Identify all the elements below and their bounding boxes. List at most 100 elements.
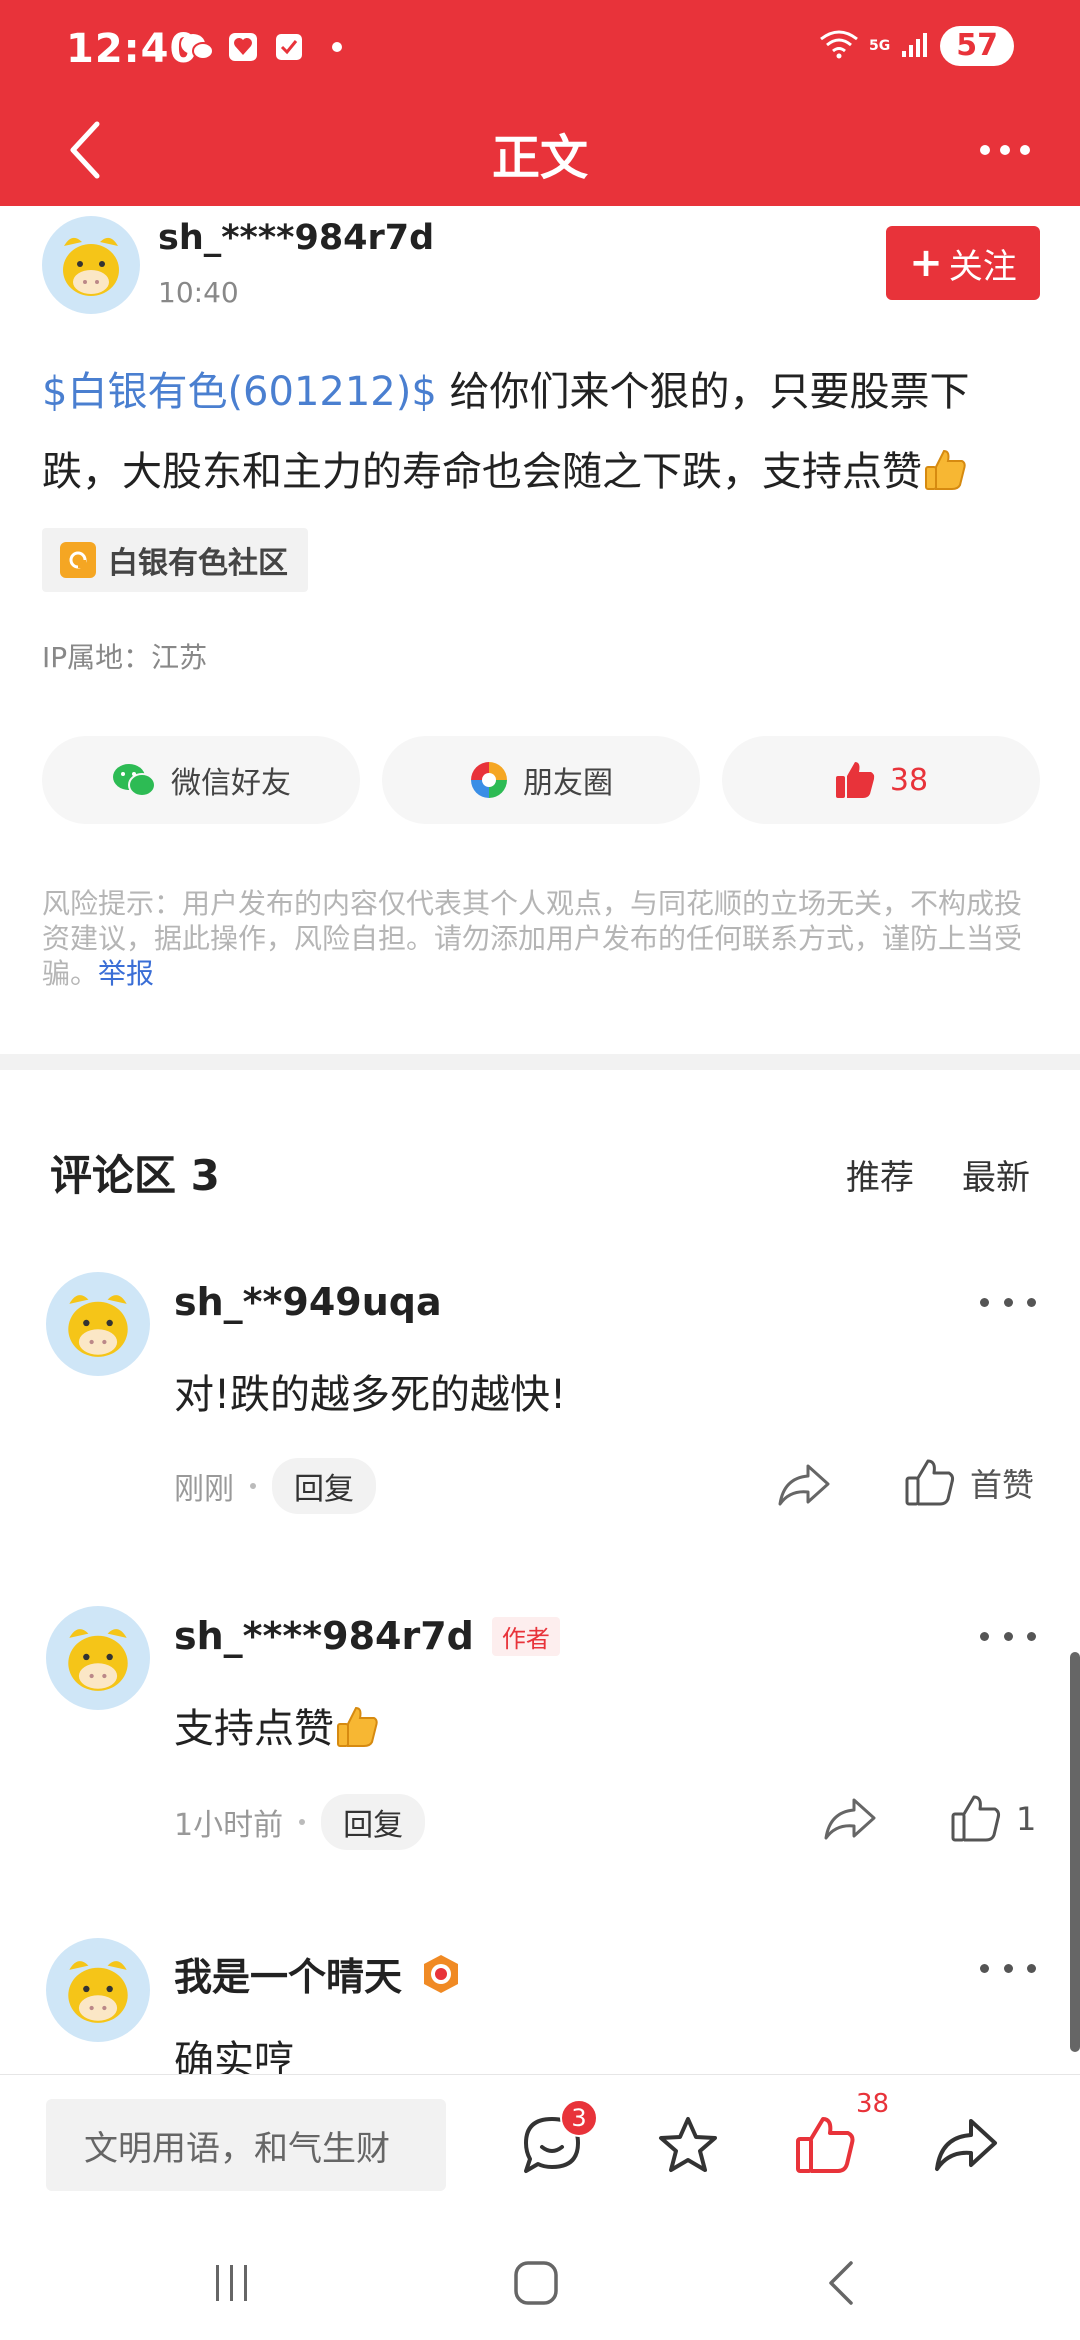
scrollbar-thumb[interactable] xyxy=(1070,1652,1080,2052)
thumbs-up-outline-icon xyxy=(796,2117,855,2173)
like-post-button[interactable]: 38 xyxy=(722,736,1040,824)
comment-text-content: 支持点赞 xyxy=(174,1706,334,1752)
community-tag[interactable]: 白银有色社区 xyxy=(42,528,308,592)
separator-dot xyxy=(250,1483,256,1489)
share-moments-label: 朋友圈 xyxy=(523,766,613,801)
thumbs-up-outline-icon xyxy=(905,1459,955,1506)
more-dot-icon xyxy=(980,1963,989,1973)
comment-avatar[interactable] xyxy=(46,1272,150,1376)
comment-author[interactable]: 我是一个晴天 xyxy=(174,1946,462,2001)
comment-text: 对!跌的越多死的越快! xyxy=(174,1372,567,1418)
star-icon xyxy=(659,2117,717,2172)
share-button[interactable] xyxy=(926,2105,1006,2185)
stock-link[interactable]: $白银有色(601212)$ xyxy=(42,369,437,415)
nav-row: 正文 xyxy=(0,100,1080,206)
ip-location: IP属地：江苏 xyxy=(42,641,208,674)
battery-indicator: 57 xyxy=(940,26,1014,66)
comment-author-name: 我是一个晴天 xyxy=(174,1955,403,1999)
comment-author-name: sh_**949uqa xyxy=(174,1280,442,1324)
moments-icon xyxy=(471,762,507,798)
separator-dot xyxy=(299,1819,306,1825)
share-moments-button[interactable]: 朋友圈 xyxy=(382,736,700,824)
status-bar: 12:40 5G 57 xyxy=(0,0,1080,100)
system-nav-bar xyxy=(0,2224,1080,2340)
more-dot-icon xyxy=(1027,1631,1036,1641)
home-button[interactable] xyxy=(496,2248,576,2318)
sort-newest-tab[interactable]: 最新 xyxy=(962,1150,1030,1199)
sort-recommend-tab[interactable]: 推荐 xyxy=(846,1150,914,1199)
reply-button[interactable]: 回复 xyxy=(321,1794,426,1850)
comment-avatar[interactable] xyxy=(46,1606,150,1710)
plus-icon: + xyxy=(909,240,943,286)
report-link[interactable]: 举报 xyxy=(98,957,154,990)
more-dot-icon xyxy=(1003,1963,1013,1973)
page-title: 正文 xyxy=(491,130,588,186)
cow-avatar-icon xyxy=(68,1295,128,1357)
comment-share-button[interactable] xyxy=(822,1796,882,1850)
community-label: 白银有色社区 xyxy=(108,546,288,581)
thumbs-up-filled-icon xyxy=(835,762,875,798)
risk-notice-text: 风险提示：用户发布的内容仅代表其个人观点，与同花顺的立场无关，不构成投资建议，据… xyxy=(42,887,1023,990)
comment-text: 支持点赞 xyxy=(174,1696,382,1754)
more-options-button[interactable] xyxy=(960,120,1050,180)
cow-avatar-icon xyxy=(68,1629,128,1691)
more-dot-icon xyxy=(1027,1297,1036,1307)
comment-author[interactable]: sh_****984r7d 作者 xyxy=(174,1614,560,1658)
comment-meta: 刚刚 回复 xyxy=(174,1458,376,1514)
post-time: 10:40 xyxy=(158,276,239,309)
comment-more-button[interactable] xyxy=(980,1948,1036,1988)
bottom-action-bar: 文明用语，和气生财 3 38 xyxy=(0,2074,1080,2224)
more-dot-icon xyxy=(980,145,990,155)
reply-button[interactable]: 回复 xyxy=(272,1458,376,1514)
comment-author[interactable]: sh_**949uqa xyxy=(174,1280,442,1324)
share-wechat-label: 微信好友 xyxy=(171,766,291,801)
more-dot-icon xyxy=(980,1631,989,1641)
comment-more-button[interactable] xyxy=(980,1282,1036,1322)
comment-input[interactable]: 文明用语，和气生财 xyxy=(46,2099,446,2191)
post-content: $白银有色(601212)$ 给你们来个狠的，只要股票下跌，大股东和主力的寿命也… xyxy=(42,352,1042,512)
cow-avatar-icon xyxy=(68,1961,128,2023)
post-like-count: 38 xyxy=(889,762,929,798)
comment-avatar[interactable] xyxy=(46,1938,150,2042)
system-back-button[interactable] xyxy=(800,2248,880,2318)
share-wechat-button[interactable]: 微信好友 xyxy=(42,736,360,824)
share-arrow-icon xyxy=(778,1464,830,1506)
follow-button[interactable]: + 关注 xyxy=(886,226,1040,300)
wechat-icon xyxy=(113,764,156,797)
more-dot-icon xyxy=(1020,145,1030,155)
comment-like-button[interactable]: 1 xyxy=(950,1794,1036,1844)
share-arrow-icon xyxy=(824,1798,876,1840)
notification-icons xyxy=(180,30,342,64)
thumbs-up-outline-icon xyxy=(951,1795,1001,1842)
recent-apps-button[interactable] xyxy=(192,2248,272,2318)
back-chevron-icon xyxy=(829,2261,853,2305)
comment-share-button[interactable] xyxy=(776,1462,836,1516)
like-button[interactable] xyxy=(786,2105,866,2185)
more-dot-icon xyxy=(1027,1963,1036,1973)
wechat-icon xyxy=(180,30,214,64)
community-icon xyxy=(60,542,96,578)
home-icon xyxy=(514,2261,558,2305)
recent-apps-icon xyxy=(216,2265,247,2301)
cow-avatar-icon xyxy=(63,237,119,296)
comment-author-name: sh_****984r7d xyxy=(174,1614,474,1658)
app-notification-icon xyxy=(226,30,260,64)
comment-time: 刚刚 xyxy=(174,1472,234,1507)
comment-more-button[interactable] xyxy=(980,1616,1036,1656)
share-row: 微信好友 朋友圈 38 xyxy=(42,736,1040,824)
post-author-name[interactable]: sh_****984r7d xyxy=(158,218,434,258)
share-arrow-icon xyxy=(935,2119,997,2171)
author-avatar[interactable] xyxy=(42,216,140,314)
comments-title: 评论区 3 xyxy=(50,1151,220,1200)
signal-icon xyxy=(900,29,930,63)
risk-notice: 风险提示：用户发布的内容仅代表其个人观点，与同花顺的立场无关，不构成投资建议，据… xyxy=(42,886,1042,991)
comment-like-count: 1 xyxy=(1016,1800,1037,1838)
network-type-label: 5G xyxy=(869,38,891,54)
author-badge: 作者 xyxy=(491,1616,560,1656)
comment-like-label: 首赞 xyxy=(970,1466,1035,1504)
task-check-icon xyxy=(272,30,306,64)
comment-like-button[interactable]: 首赞 xyxy=(904,1458,1034,1508)
favorite-button[interactable] xyxy=(648,2105,728,2185)
comment-count-badge: 3 xyxy=(560,2099,598,2137)
section-divider xyxy=(0,1054,1080,1070)
